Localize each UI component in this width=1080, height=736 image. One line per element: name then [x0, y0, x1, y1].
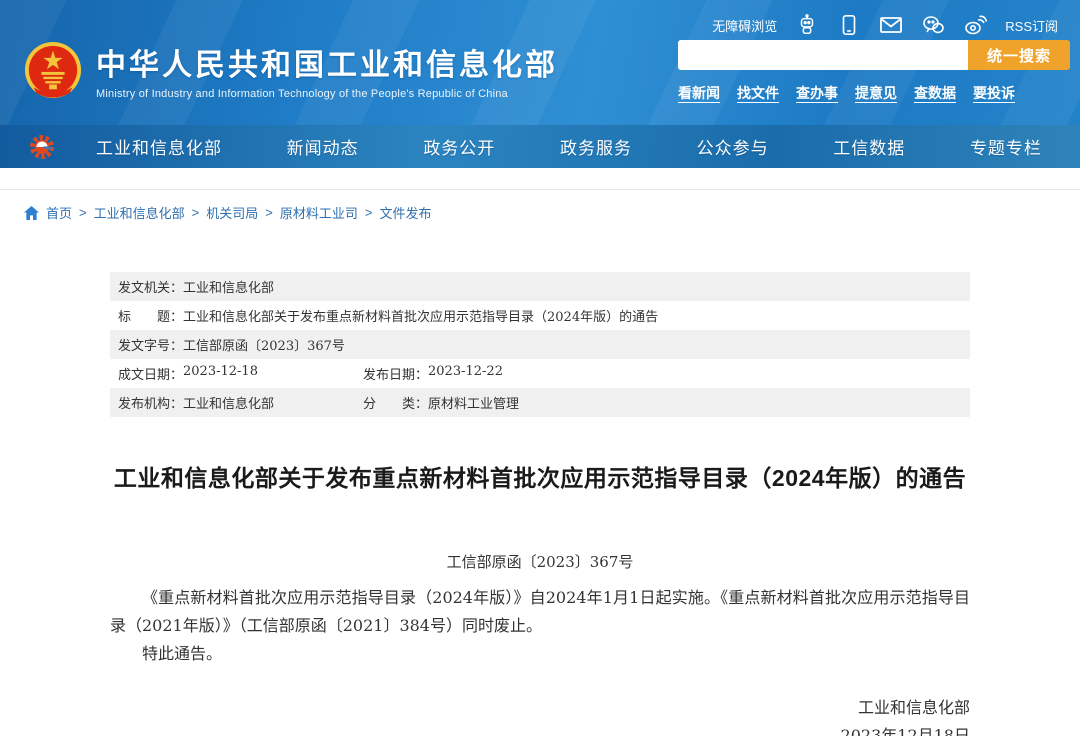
- nav-item-gov-open[interactable]: 政务公开: [423, 134, 495, 159]
- quick-link-complaint[interactable]: 要投诉: [973, 83, 1015, 103]
- meta-row-doc-number: 发文字号： 工信部原函〔2023〕367号: [110, 330, 970, 359]
- rss-link[interactable]: RSS订阅: [1005, 16, 1058, 35]
- quick-link-files[interactable]: 找文件: [737, 83, 779, 103]
- meta-row-title: 标 题： 工业和信息化部关于发布重点新材料首批次应用示范指导目录（2024年版）…: [110, 301, 970, 330]
- mail-icon[interactable]: [879, 13, 903, 37]
- nav-item-miit[interactable]: 工业和信息化部: [96, 134, 222, 159]
- breadcrumb-separator: >: [192, 205, 200, 220]
- signature-date: 2023年12月18日: [110, 722, 970, 736]
- breadcrumb-miit[interactable]: 工业和信息化部: [94, 203, 185, 222]
- national-emblem-icon: [24, 41, 82, 99]
- meta-value: 工信部原函〔2023〕367号: [183, 335, 345, 354]
- breadcrumb: 首页 > 工业和信息化部 > 机关司局 > 原材料工业司 > 文件发布: [0, 190, 1080, 222]
- brand-text: 中华人民共和国工业和信息化部 Ministry of Industry and …: [96, 40, 558, 100]
- meta-label: 分 类：: [363, 393, 428, 412]
- miit-e-logo-icon[interactable]: [28, 133, 56, 161]
- nav-items: 工业和信息化部 新闻动态 政务公开 政务服务 公众参与 工信数据 专题专栏: [96, 134, 1052, 159]
- meta-cell: 发文机关： 工业和信息化部: [118, 277, 274, 296]
- meta-label: 标 题：: [118, 306, 183, 325]
- nav-item-topics[interactable]: 专题专栏: [970, 134, 1042, 159]
- meta-row-publisher-category: 发布机构： 工业和信息化部 分 类： 原材料工业管理: [110, 388, 970, 417]
- breadcrumb-separator: >: [79, 205, 87, 220]
- meta-label: 发布日期：: [363, 364, 428, 383]
- meta-value: 工业和信息化部: [183, 277, 274, 296]
- nav-item-gov-services[interactable]: 政务服务: [560, 134, 632, 159]
- meta-cell: 发布日期： 2023-12-22: [363, 364, 503, 383]
- nav-item-data[interactable]: 工信数据: [833, 134, 905, 159]
- meta-cell: 分 类： 原材料工业管理: [363, 393, 519, 412]
- header-divider: [0, 168, 1080, 190]
- breadcrumb-departments[interactable]: 机关司局: [206, 203, 258, 222]
- meta-label: 发文机关：: [118, 277, 183, 296]
- weibo-icon[interactable]: [963, 13, 987, 37]
- meta-label: 成文日期：: [118, 364, 183, 383]
- meta-cell: 发文字号： 工信部原函〔2023〕367号: [118, 335, 345, 354]
- breadcrumb-home[interactable]: 首页: [46, 203, 72, 222]
- home-icon[interactable]: [24, 206, 39, 220]
- nav-item-public[interactable]: 公众参与: [697, 134, 769, 159]
- meta-value: 2023-12-18: [183, 364, 258, 383]
- quick-links: 看新闻 找文件 查办事 提意见 查数据 要投诉: [678, 83, 1070, 103]
- meta-value: 工业和信息化部: [183, 393, 274, 412]
- article-paragraph: 《重点新材料首批次应用示范指导目录（2024年版）》自2024年1月1日起实施。…: [110, 584, 970, 640]
- nav-item-news[interactable]: 新闻动态: [287, 134, 359, 159]
- meta-row-issuing-authority: 发文机关： 工业和信息化部: [110, 272, 970, 301]
- quick-link-feedback[interactable]: 提意见: [855, 83, 897, 103]
- article-title: 工业和信息化部关于发布重点新材料首批次应用示范指导目录（2024年版）的通告: [110, 459, 970, 493]
- mobile-icon[interactable]: [837, 13, 861, 37]
- breadcrumb-file-release[interactable]: 文件发布: [379, 203, 431, 222]
- quick-link-services[interactable]: 查办事: [796, 83, 838, 103]
- topbar: 无障碍浏览: [0, 0, 1070, 36]
- quick-link-news[interactable]: 看新闻: [678, 83, 720, 103]
- document-area: 发文机关： 工业和信息化部 标 题： 工业和信息化部关于发布重点新材料首批次应用…: [110, 272, 970, 736]
- site-title: 中华人民共和国工业和信息化部: [96, 40, 558, 84]
- site-subtitle: Ministry of Industry and Information Tec…: [96, 88, 558, 100]
- meta-value: 原材料工业管理: [428, 393, 519, 412]
- meta-value: 2023-12-22: [428, 364, 503, 383]
- meta-label: 发布机构：: [118, 393, 183, 412]
- brand: 中华人民共和国工业和信息化部 Ministry of Industry and …: [24, 40, 558, 100]
- article-closing: 特此通告。: [110, 640, 970, 668]
- signature-org: 工业和信息化部: [110, 694, 970, 722]
- meta-cell: 成文日期： 2023-12-18: [118, 364, 363, 383]
- wechat-icon[interactable]: [921, 13, 945, 37]
- doc-meta-table: 发文机关： 工业和信息化部 标 题： 工业和信息化部关于发布重点新材料首批次应用…: [110, 272, 970, 417]
- meta-cell: 标 题： 工业和信息化部关于发布重点新材料首批次应用示范指导目录（2024年版）…: [118, 306, 658, 325]
- doc-number: 工信部原函〔2023〕367号: [110, 551, 970, 572]
- meta-label: 发文字号：: [118, 335, 183, 354]
- search-area: 统一搜索 看新闻 找文件 查办事 提意见 查数据 要投诉: [678, 40, 1070, 103]
- signature-block: 工业和信息化部 2023年12月18日: [110, 694, 970, 736]
- meta-cell: 发布机构： 工业和信息化部: [118, 393, 363, 412]
- breadcrumb-separator: >: [265, 205, 273, 220]
- breadcrumb-separator: >: [365, 205, 373, 220]
- page: 无障碍浏览: [0, 0, 1080, 736]
- site-header: 无障碍浏览: [0, 0, 1080, 125]
- breadcrumb-raw-materials[interactable]: 原材料工业司: [280, 203, 358, 222]
- meta-row-dates: 成文日期： 2023-12-18 发布日期： 2023-12-22: [110, 359, 970, 388]
- accessibility-link[interactable]: 无障碍浏览: [712, 16, 777, 35]
- meta-value: 工业和信息化部关于发布重点新材料首批次应用示范指导目录（2024年版）的通告: [183, 306, 658, 325]
- search-input[interactable]: [678, 40, 968, 70]
- search-row: 统一搜索: [678, 40, 1070, 70]
- quick-link-data[interactable]: 查数据: [914, 83, 956, 103]
- search-button[interactable]: 统一搜索: [968, 40, 1070, 70]
- robot-icon[interactable]: [795, 13, 819, 37]
- header-main: 中华人民共和国工业和信息化部 Ministry of Industry and …: [0, 36, 1070, 103]
- main-nav: 工业和信息化部 新闻动态 政务公开 政务服务 公众参与 工信数据 专题专栏: [0, 125, 1080, 168]
